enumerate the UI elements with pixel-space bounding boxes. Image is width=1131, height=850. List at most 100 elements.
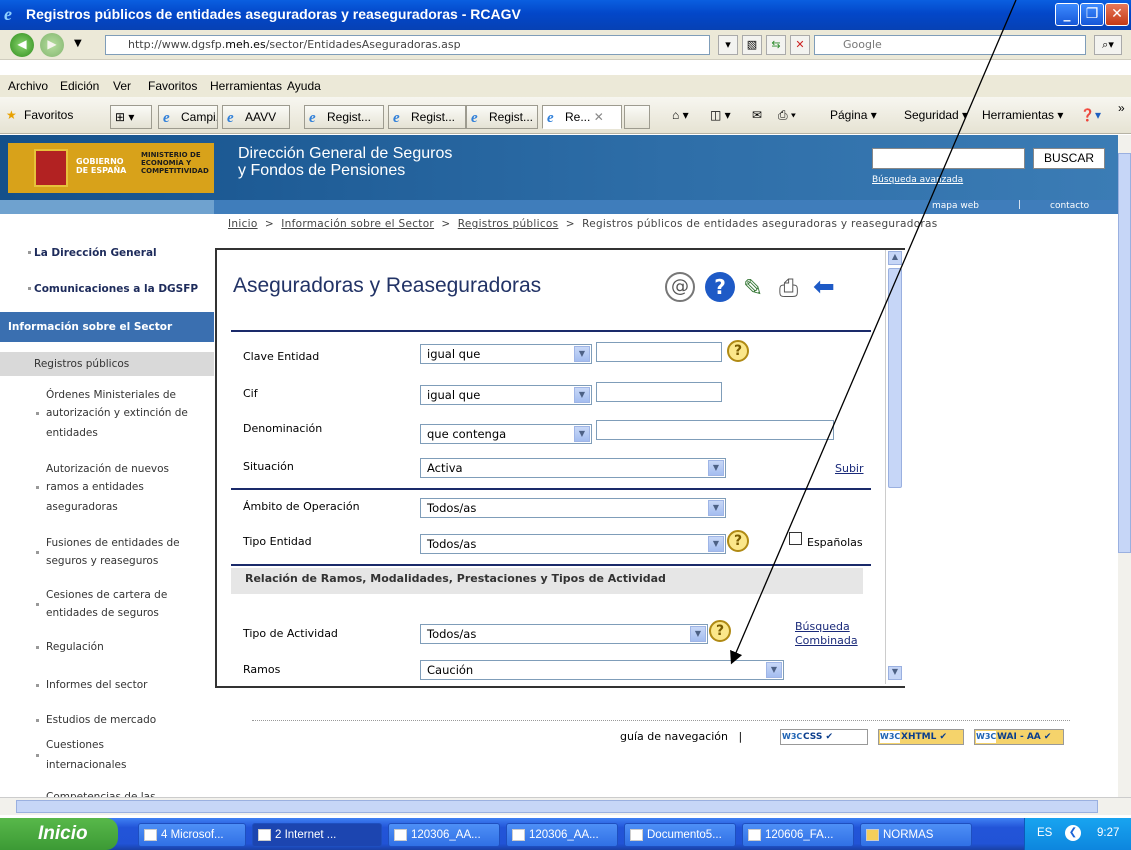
maximize-button[interactable]: ❐ [1080,3,1104,26]
address-dropdown-icon[interactable]: ▾ [718,35,738,55]
stop-icon[interactable]: ✕ [790,35,810,55]
subir-link[interactable]: Subir [835,462,864,475]
denominacion-input[interactable] [596,420,834,440]
chevron-more-icon[interactable]: » [1118,101,1125,115]
tipo-entidad-select[interactable]: Todos/as ▼ [420,534,726,554]
back-icon[interactable]: ◀ [10,33,34,57]
sidebar-item-cuestiones[interactable]: Cuestiones [0,736,214,754]
scroll-down-icon[interactable]: ▼ [888,666,902,680]
site-title[interactable]: Dirección General de Seguros y Fondos de… [238,145,452,179]
help-circle-icon[interactable]: ? [705,272,735,302]
hscroll-thumb[interactable] [16,800,1098,813]
ramos-select[interactable]: Caución ▼ [420,660,784,680]
tray-chevron-icon[interactable]: ❮ [1065,825,1081,841]
history-dropdown-icon[interactable]: ▼ [74,38,82,49]
sidebar-item-regulacion[interactable]: Regulación [0,638,214,656]
sidebar-item-registros[interactable]: Registros públicos [0,352,214,376]
minimize-button[interactable]: _ [1055,3,1079,26]
scroll-up-icon[interactable]: ▲ [888,251,902,265]
sidebar-item-estudios[interactable]: Estudios de mercado [0,711,214,729]
tab-1[interactable]: eCampi... [158,105,218,129]
sidebar-item-fusiones-l2[interactable]: seguros y reaseguros [0,552,214,570]
w3c-xhtml-badge[interactable]: W3C XHTML ✔ [878,729,964,745]
clave-input[interactable] [596,342,722,362]
breadcrumb-registros[interactable]: Registros públicos [458,218,559,230]
sidebar-item-informes[interactable]: Informes del sector [0,676,214,694]
sidebar-item-cesiones-l2[interactable]: entidades de seguros [0,604,214,622]
site-search-input[interactable] [872,148,1025,169]
menu-ver[interactable]: Ver [113,79,131,93]
gobierno-logo[interactable]: GOBIERNO DE ESPAÑA MINISTERIO DE ECONOMÍ… [8,143,214,193]
favorites-button[interactable]: Favoritos [24,108,73,122]
tools-menu[interactable]: Herramientas ▾ [982,108,1063,122]
mapa-web-link[interactable]: mapa web [932,201,979,211]
page-scrollbar[interactable] [1118,135,1131,797]
menu-edicion[interactable]: Edición [60,79,99,93]
menu-herramientas[interactable]: Herramientas [210,79,282,93]
task-120606[interactable]: 120606_FA... [742,823,854,847]
guia-navegacion-link[interactable]: guía de navegación [620,730,728,743]
sidebar-item-ordenes-l3[interactable]: entidades [0,424,214,442]
compat-icon[interactable]: ▧ [742,35,762,55]
start-button[interactable]: Inicio [0,818,118,850]
task-documento5[interactable]: Documento5... [624,823,736,847]
close-button[interactable]: ✕ [1105,3,1129,26]
busqueda-link-l2[interactable]: Combinada [795,634,858,647]
page-menu[interactable]: Página ▾ [830,108,877,122]
help-question-icon[interactable]: ? [727,530,749,552]
help-icon[interactable]: ❓▾ [1080,108,1101,122]
w3c-wai-badge[interactable]: W3C WAI - AA ✔ [974,729,1064,745]
cif-operator-select[interactable]: igual que ▼ [420,385,592,405]
back-arrow-icon[interactable]: ⬅ [813,272,835,302]
clave-operator-select[interactable]: igual que ▼ [420,344,592,364]
home-icon[interactable]: ⌂ ▾ [672,108,689,122]
task-normas[interactable]: NORMAS [860,823,972,847]
tab-4[interactable]: e Regist... [388,105,466,129]
tab-2[interactable]: e AAVV [222,105,290,129]
denominacion-operator-select[interactable]: que contenga ▼ [420,424,592,444]
menu-ayuda[interactable]: Ayuda [287,79,321,93]
help-question-icon[interactable]: ? [727,340,749,362]
busqueda-avanzada-link[interactable]: Búsqueda avanzada [872,175,963,185]
contacto-link[interactable]: contacto [1050,201,1089,211]
task-microsoft[interactable]: 4 Microsof... [138,823,246,847]
mail-icon[interactable]: ✉ [752,108,762,122]
page-scroll-thumb[interactable] [1118,153,1131,553]
sidebar-item-cesiones[interactable]: Cesiones de cartera de [0,586,214,604]
situacion-select[interactable]: Activa ▼ [420,458,726,478]
address-bar[interactable]: http://www.dgsfp.meh.es/sector/Entidades… [105,35,710,55]
breadcrumb-inicio[interactable]: Inicio [228,218,258,230]
sidebar-item-direccion[interactable]: La Dirección General [0,244,214,262]
scroll-thumb[interactable] [888,268,902,488]
print-icon[interactable]: ⎙ ▾ [778,108,796,123]
sidebar-item-fusiones[interactable]: Fusiones de entidades de [0,534,214,552]
quick-tabs-button[interactable]: ⊞ ▾ [110,105,152,129]
espanolas-checkbox[interactable] [789,532,802,545]
refresh-icon[interactable]: ⇆ [766,35,786,55]
menu-archivo[interactable]: Archivo [8,79,48,93]
tab-3[interactable]: e Regist... [304,105,384,129]
w3c-css-badge[interactable]: W3C CSS ✔ [780,729,868,745]
sidebar-item-ordenes[interactable]: Órdenes Ministeriales de [0,386,214,404]
help-question-icon[interactable]: ? [709,620,731,642]
close-tab-icon[interactable]: ✕ [594,110,604,124]
form-scrollbar[interactable]: ▲ ▼ [885,250,903,684]
sidebar-item-ordenes-l2[interactable]: autorización y extinción de [0,404,214,422]
sidebar-item-comunicaciones[interactable]: Comunicaciones a la DGSFP [0,280,214,298]
sidebar-item-autorizacion-l2[interactable]: ramos a entidades [0,478,214,496]
horizontal-scrollbar[interactable] [0,797,1131,815]
busqueda-link-l1[interactable]: Búsqueda [795,620,850,633]
sidebar-item-informacion[interactable]: Información sobre el Sector [0,312,214,342]
search-icon[interactable]: ⌕▾ [1094,35,1122,55]
tipo-actividad-select[interactable]: Todos/as ▼ [420,624,708,644]
search-input[interactable]: Google [814,35,1086,55]
breadcrumb-informacion[interactable]: Información sobre el Sector [281,218,434,230]
ambito-select[interactable]: Todos/as ▼ [420,498,726,518]
security-menu[interactable]: Seguridad ▾ [904,108,968,122]
sidebar-item-autorizacion-l3[interactable]: aseguradoras [0,498,214,516]
task-120306-a[interactable]: 120306_AA... [388,823,500,847]
printer-icon[interactable]: ⎙ [779,274,798,302]
sidebar-item-cuestiones-l2[interactable]: internacionales [0,756,214,774]
language-indicator[interactable]: ES [1037,827,1052,839]
task-120306-b[interactable]: 120306_AA... [506,823,618,847]
